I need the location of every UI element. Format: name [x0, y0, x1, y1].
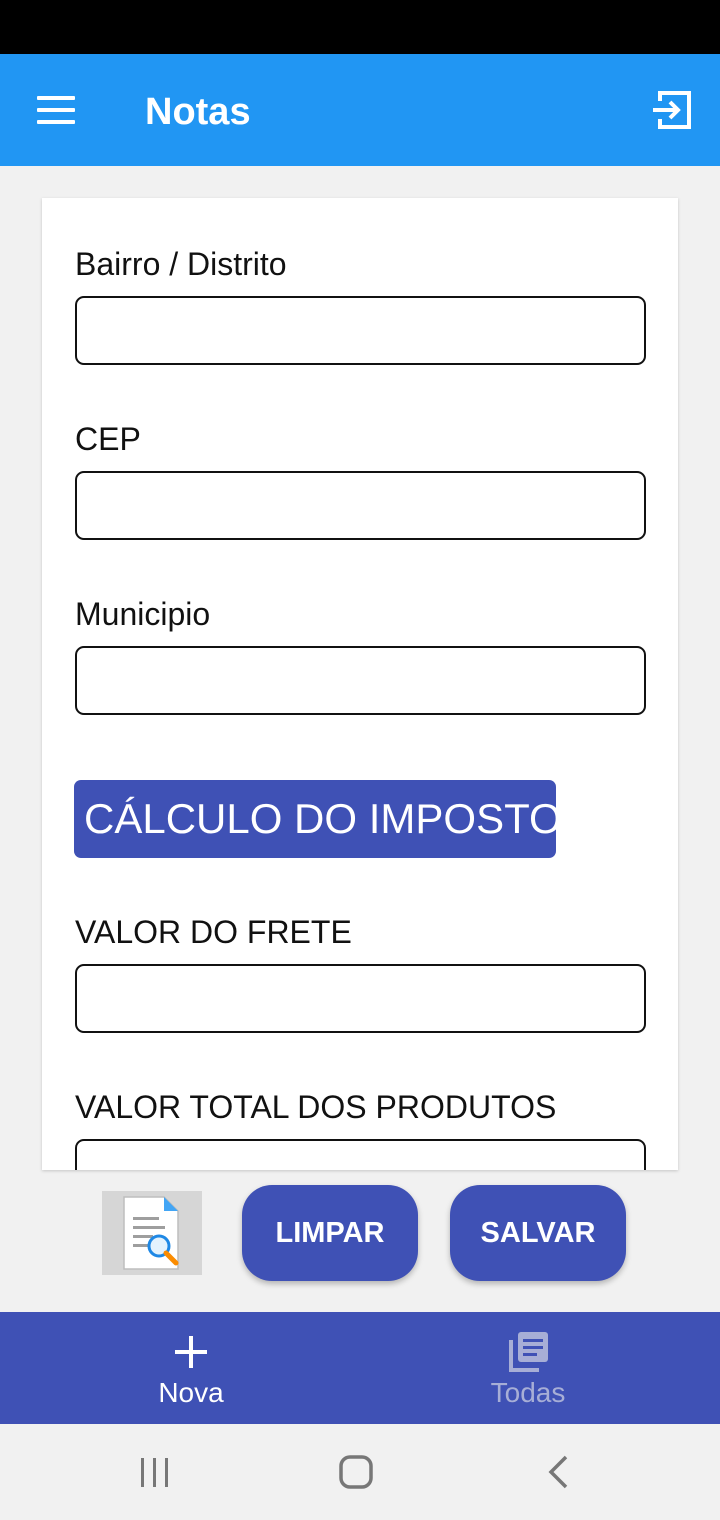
bottom-navigation: Nova Todas — [0, 1312, 720, 1424]
menu-button[interactable] — [28, 88, 84, 132]
app-bar: Notas — [0, 54, 720, 166]
library-books-icon — [509, 1332, 548, 1372]
valor-frete-label: VALOR DO FRETE — [75, 914, 352, 950]
home-button[interactable] — [326, 1448, 386, 1498]
valor-total-produtos-label: VALOR TOTAL DOS PRODUTOS — [75, 1089, 557, 1125]
back-button[interactable] — [528, 1448, 588, 1498]
home-icon — [339, 1455, 373, 1489]
cep-label: CEP — [75, 421, 141, 457]
exit-icon — [653, 91, 691, 129]
valor-total-produtos-input[interactable] — [75, 1139, 646, 1170]
logout-button[interactable] — [646, 86, 698, 134]
system-navigation-bar — [0, 1424, 720, 1520]
municipio-input[interactable] — [75, 646, 646, 715]
nav-item-todas[interactable]: Todas — [348, 1312, 708, 1424]
nav-item-nova[interactable]: Nova — [11, 1312, 371, 1424]
valor-frete-input[interactable] — [75, 964, 646, 1033]
plus-icon — [175, 1336, 207, 1368]
municipio-label: Municipio — [75, 596, 211, 632]
section-title-calculo-imposto: CÁLCULO DO IMPOSTO — [74, 780, 562, 858]
status-bar — [0, 0, 720, 54]
nav-label-nova: Nova — [158, 1377, 224, 1408]
document-search-icon — [123, 1196, 179, 1270]
bairro-input[interactable] — [75, 296, 646, 365]
hamburger-menu-icon — [37, 96, 75, 100]
back-icon — [548, 1455, 568, 1489]
recents-icon — [141, 1458, 168, 1487]
document-preview-button[interactable] — [102, 1191, 202, 1275]
clear-button[interactable]: LIMPAR — [242, 1185, 418, 1281]
form-card: Bairro / Distrito CEP Municipio CÁLCULO … — [42, 198, 678, 1170]
bairro-label: Bairro / Distrito — [75, 246, 287, 282]
nav-label-todas: Todas — [490, 1377, 566, 1408]
cep-input[interactable] — [75, 471, 646, 540]
page-title: Notas — [145, 91, 251, 133]
save-button[interactable]: SALVAR — [450, 1185, 626, 1281]
recents-button[interactable] — [125, 1448, 185, 1498]
